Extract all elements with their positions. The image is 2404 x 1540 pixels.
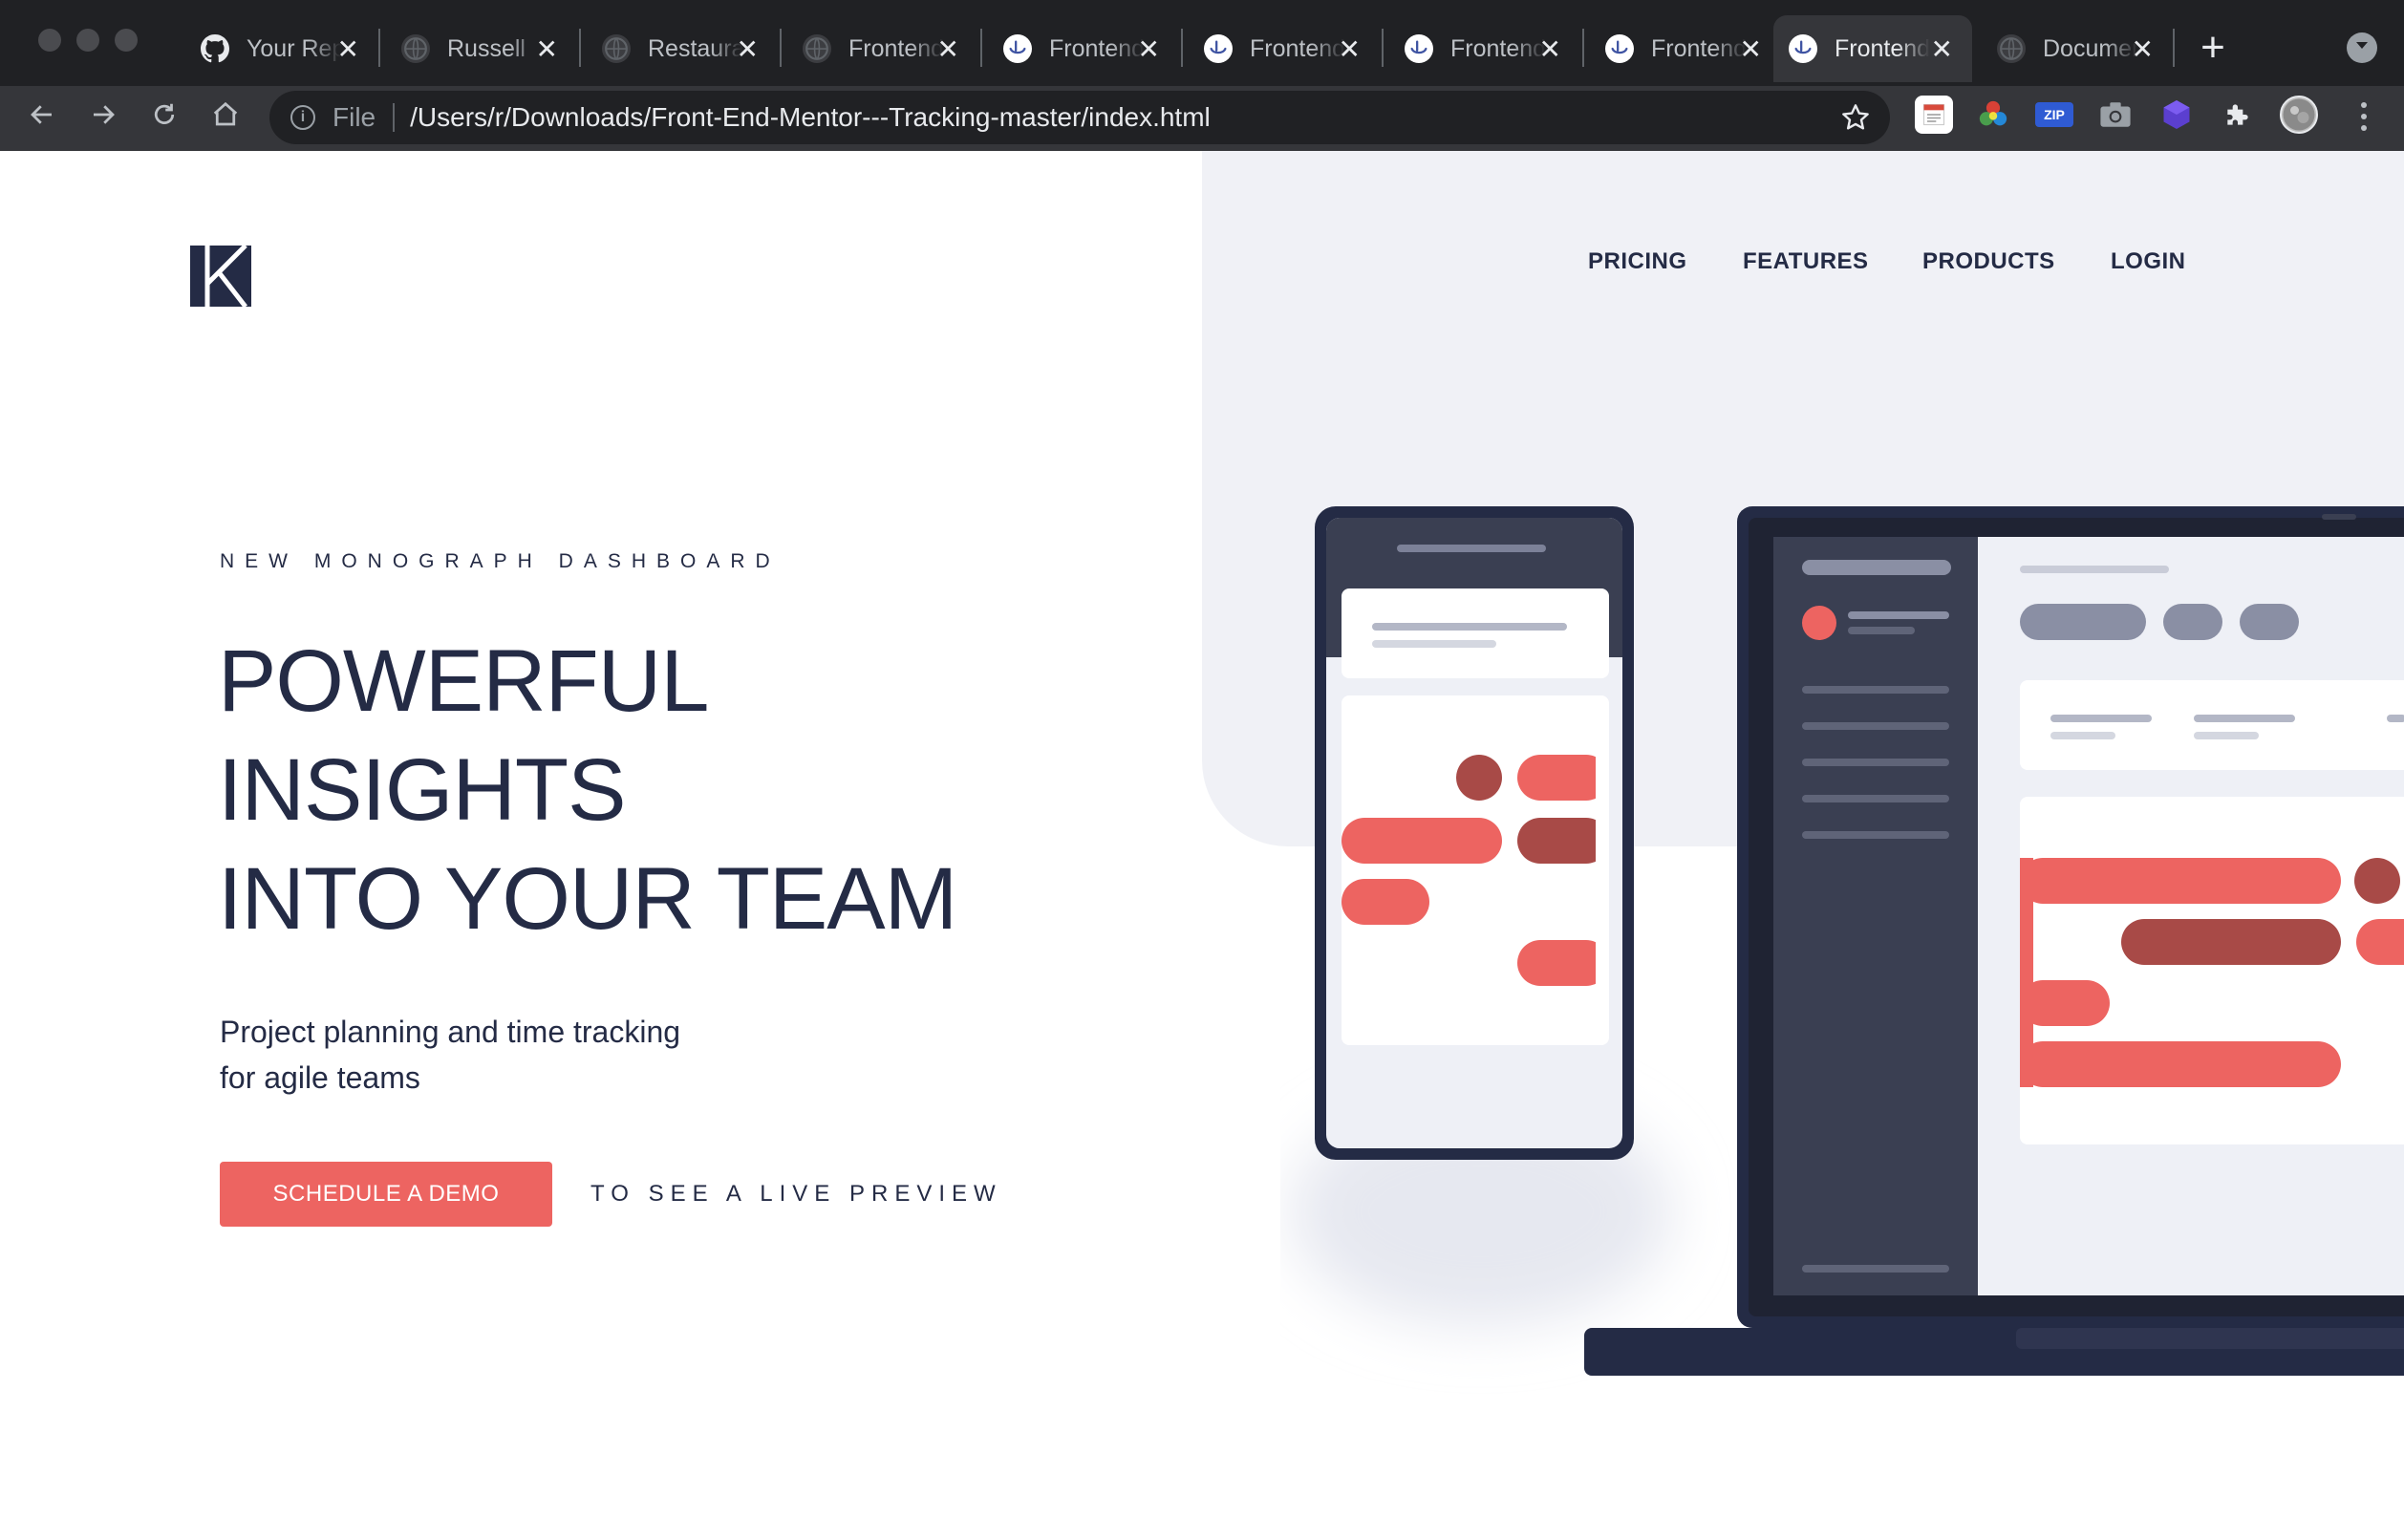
close-icon[interactable]: ✕ <box>337 33 359 65</box>
nav-pricing[interactable]: PRICING <box>1588 248 1687 275</box>
tab-frontend-mentor[interactable]: Frontend Mentor ✕ <box>1189 15 1380 82</box>
profile-avatar[interactable] <box>2280 96 2318 134</box>
nav-login[interactable]: LOGIN <box>2111 248 2186 275</box>
reload-button[interactable] <box>143 96 185 138</box>
tab-title: Document <box>2043 34 2138 62</box>
tab-title: Your Repositories <box>247 34 342 62</box>
tab-separator <box>1382 29 1384 67</box>
devices-illustration <box>1290 506 2404 1376</box>
frontend-mentor-icon <box>1003 34 1032 63</box>
chevron-down-icon <box>2354 39 2370 56</box>
hero-subtitle: Project planning and time tracking for a… <box>220 1009 680 1101</box>
headline-line: POWERFUL <box>218 632 709 730</box>
browser-menu-button[interactable] <box>2352 99 2375 134</box>
tab-separator <box>2173 29 2175 67</box>
home-icon <box>211 100 240 134</box>
address-bar[interactable]: i File /Users/r/Downloads/Front-End-Ment… <box>269 91 1890 144</box>
browser-chrome: Your Repositories ✕ Russell ✕ Restaurant… <box>0 0 2404 151</box>
frontend-mentor-icon <box>1789 34 1817 63</box>
url-text[interactable]: /Users/r/Downloads/Front-End-Mentor---Tr… <box>410 102 1211 133</box>
live-preview-text: TO SEE A LIVE PREVIEW <box>590 1181 1002 1207</box>
webpage: PRICING FEATURES PRODUCTS LOGIN NEW MONO… <box>0 151 2404 1540</box>
scheme-label: File <box>333 102 376 132</box>
tab-title: Frontend Mentor <box>1450 34 1546 62</box>
tab-frontend-mentor[interactable]: Frontend Mentor ✕ <box>988 15 1179 82</box>
hero-headline: POWERFUL INSIGHTS INTO YOUR TEAM <box>218 627 957 953</box>
close-icon[interactable]: ✕ <box>2132 33 2154 65</box>
globe-icon <box>803 34 831 63</box>
nav-products[interactable]: PRODUCTS <box>1922 248 2055 275</box>
close-icon[interactable]: ✕ <box>1931 33 1953 65</box>
phone-mockup <box>1315 506 1634 1160</box>
tab-separator <box>579 29 581 67</box>
tab-separator <box>378 29 380 67</box>
github-icon <box>201 34 229 63</box>
schedule-demo-button[interactable]: SCHEDULE A DEMO <box>220 1162 552 1227</box>
close-icon[interactable]: ✕ <box>1740 33 1762 65</box>
headline-line: INSIGHTS <box>218 741 626 839</box>
new-tab-button[interactable]: + <box>2194 21 2232 75</box>
tab-separator <box>780 29 782 67</box>
notes-extension-icon[interactable] <box>1915 96 1953 134</box>
tab-title: Frontend Mentor <box>1250 34 1345 62</box>
puzzle-extensions-icon[interactable] <box>2219 96 2257 134</box>
close-icon[interactable]: ✕ <box>1539 33 1561 65</box>
tab-title: Frontend Mentor <box>848 34 944 62</box>
laptop-mockup <box>1584 506 2404 1376</box>
site-logo[interactable] <box>190 244 251 309</box>
close-icon[interactable]: ✕ <box>737 33 759 65</box>
globe-icon <box>602 34 631 63</box>
tab-title: Frontend Mentor <box>1049 34 1145 62</box>
frontend-mentor-icon <box>1605 34 1634 63</box>
tab-github[interactable]: Your Repositories ✕ <box>185 15 378 82</box>
tab-frontend-mentor[interactable]: Frontend Mentor ✕ <box>1590 15 1781 82</box>
close-icon[interactable]: ✕ <box>536 33 558 65</box>
headline-line: INTO YOUR TEAM <box>218 850 957 948</box>
globe-icon <box>1997 34 2026 63</box>
hexagon-extension-icon[interactable] <box>2157 96 2196 134</box>
tab-frontend-mentor[interactable]: Frontend Mentor ✕ <box>1389 15 1580 82</box>
home-button[interactable] <box>204 96 247 138</box>
tab-frontend-mentor[interactable]: Frontend Mentor ✕ <box>787 15 978 82</box>
color-picker-extension-icon[interactable] <box>1974 96 2012 134</box>
reload-icon <box>150 100 179 134</box>
nav-features[interactable]: FEATURES <box>1743 248 1869 275</box>
tab-separator <box>1181 29 1183 67</box>
forward-button[interactable] <box>82 96 124 138</box>
address-divider <box>393 103 396 132</box>
forward-arrow-icon <box>89 100 118 134</box>
frontend-mentor-icon <box>1405 34 1433 63</box>
close-icon[interactable]: ✕ <box>937 33 959 65</box>
globe-icon <box>401 34 430 63</box>
subtitle-line: for agile teams <box>220 1060 420 1095</box>
bookmark-star-icon[interactable] <box>1840 102 1871 138</box>
info-icon[interactable]: i <box>290 105 315 130</box>
close-icon[interactable]: ✕ <box>1339 33 1361 65</box>
window-minimize-dot[interactable] <box>76 29 99 52</box>
tab-title: Russell <box>447 34 526 62</box>
tab-restaurant[interactable]: Restaurant ✕ <box>587 15 778 82</box>
tab-title: Frontend Mentor <box>1835 34 1930 62</box>
tab-search-button[interactable] <box>2347 32 2377 63</box>
close-icon[interactable]: ✕ <box>1138 33 1160 65</box>
window-zoom-dot[interactable] <box>115 29 138 52</box>
zip-extension-icon[interactable]: ZIP <box>2035 102 2073 127</box>
frontend-mentor-icon <box>1204 34 1233 63</box>
tab-separator <box>1582 29 1584 67</box>
tab-title: Restaurant <box>648 34 743 62</box>
eyebrow-text: NEW MONOGRAPH DASHBOARD <box>220 550 781 572</box>
camera-extension-icon[interactable] <box>2096 96 2135 134</box>
tab-russell[interactable]: Russell ✕ <box>386 15 577 82</box>
tab-separator <box>980 29 982 67</box>
tab-strip: Your Repositories ✕ Russell ✕ Restaurant… <box>0 0 2404 86</box>
tab-frontend-mentor-active[interactable]: Frontend Mentor ✕ <box>1773 15 1972 82</box>
tab-title: Frontend Mentor <box>1651 34 1747 62</box>
back-arrow-icon <box>28 100 56 134</box>
subtitle-line: Project planning and time tracking <box>220 1015 681 1049</box>
tab-document[interactable]: Document ✕ <box>1982 15 2173 82</box>
back-button[interactable] <box>21 96 63 138</box>
window-close-dot[interactable] <box>38 29 61 52</box>
